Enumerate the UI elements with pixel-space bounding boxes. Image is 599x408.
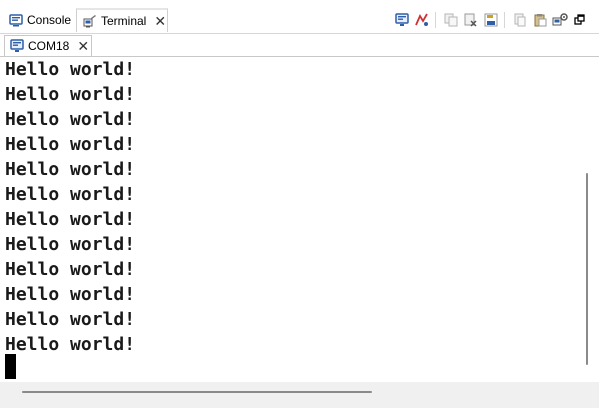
horizontal-scrollbar[interactable] <box>0 382 599 408</box>
terminal-line: Hello world! <box>5 334 136 355</box>
terminal-line: Hello world! <box>5 59 136 80</box>
console-icon <box>9 13 23 27</box>
paste-icon[interactable] <box>531 11 549 29</box>
tab-terminal[interactable]: Terminal ✕ <box>76 8 168 32</box>
copy-all-icon[interactable] <box>511 11 529 29</box>
terminal-line: Hello world! <box>5 109 136 130</box>
tab-console-label: Console <box>27 13 72 27</box>
tab-terminal-label: Terminal <box>101 14 147 28</box>
terminal-line: Hello world! <box>5 134 136 155</box>
clear-icon[interactable] <box>462 11 480 29</box>
vertical-scrollbar[interactable] <box>580 57 599 382</box>
monitor-icon <box>10 39 24 53</box>
disconnect-icon[interactable] <box>413 11 431 29</box>
toolbar-separator <box>435 12 436 28</box>
terminal-line: Hello world! <box>5 184 136 205</box>
terminal-line: Hello world! <box>5 234 136 255</box>
save-icon[interactable] <box>482 11 500 29</box>
terminal-line: Hello world! <box>5 159 136 180</box>
monitor-icon[interactable] <box>393 11 411 29</box>
close-icon[interactable]: ✕ <box>77 39 89 53</box>
terminal-line: Hello world! <box>5 209 136 230</box>
terminal-line: Hello world! <box>5 309 136 330</box>
copy-icon[interactable] <box>442 11 460 29</box>
tab-console[interactable]: Console <box>3 8 75 32</box>
terminal-line: Hello world! <box>5 84 136 105</box>
tab-com18-label: COM18 <box>28 39 70 53</box>
minimize-icon[interactable] <box>571 11 589 29</box>
terminal-toolbar <box>391 10 589 30</box>
toolbar-separator <box>504 12 505 28</box>
terminal-icon <box>83 14 97 28</box>
vertical-scrollbar-thumb[interactable] <box>586 173 588 365</box>
tab-com18[interactable]: COM18 ✕ <box>4 35 92 56</box>
terminal-cursor <box>5 354 16 379</box>
settings-icon[interactable] <box>551 11 569 29</box>
terminal-line: Hello world! <box>5 284 136 305</box>
close-icon[interactable]: ✕ <box>154 14 166 28</box>
view-tab-bar: Console Terminal ✕ <box>0 0 599 34</box>
terminal-line: Hello world! <box>5 259 136 280</box>
horizontal-scrollbar-thumb[interactable] <box>22 391 372 393</box>
session-tab-bar: COM18 ✕ <box>0 34 599 57</box>
terminal-output[interactable]: Hello world! Hello world! Hello world! H… <box>2 57 580 382</box>
